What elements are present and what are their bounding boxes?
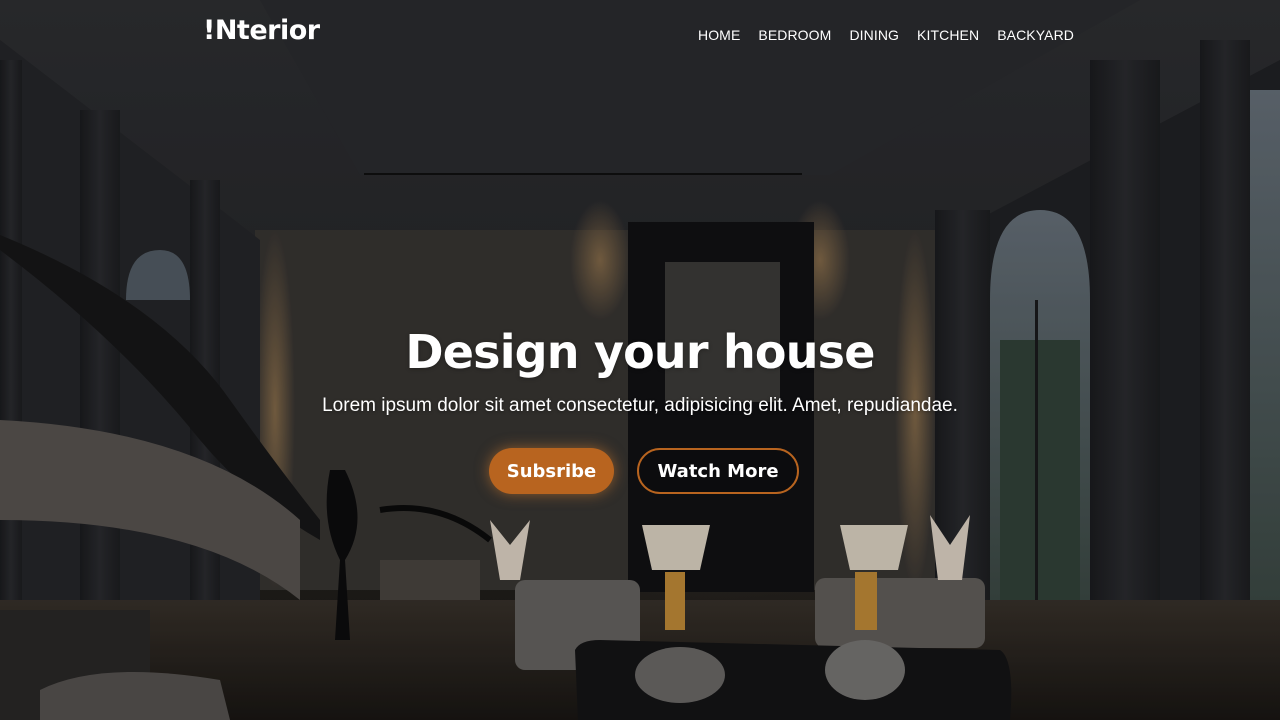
nav-link-kitchen[interactable]: KITCHEN	[917, 27, 979, 43]
watch-more-button[interactable]: Watch More	[637, 448, 799, 494]
nav-item-dining: DINING	[849, 25, 899, 44]
nav-item-bedroom: BEDROOM	[758, 25, 831, 44]
nav-link-bedroom[interactable]: BEDROOM	[758, 27, 831, 43]
hero-actions: Subsribe Watch More	[0, 448, 1280, 494]
hero-content: Design your house Lorem ipsum dolor sit …	[0, 322, 1280, 494]
nav-item-backyard: BACKYARD	[997, 25, 1074, 44]
hero-section: !Nterior HOME BEDROOM DINING KITCHEN BAC…	[0, 0, 1280, 720]
nav-item-kitchen: KITCHEN	[917, 25, 979, 44]
hero-title: Design your house	[405, 325, 875, 379]
hero-subtitle: Lorem ipsum dolor sit amet consectetur, …	[322, 395, 958, 416]
nav-link-dining[interactable]: DINING	[849, 27, 899, 43]
subscribe-button[interactable]: Subsribe	[489, 448, 614, 494]
nav-menu: HOME BEDROOM DINING KITCHEN BACKYARD	[698, 25, 1074, 44]
nav-item-home: HOME	[698, 25, 740, 44]
nav-link-home[interactable]: HOME	[698, 27, 740, 43]
nav-link-backyard[interactable]: BACKYARD	[997, 27, 1074, 43]
brand-logo[interactable]: !Nterior	[203, 15, 320, 46]
top-navbar: !Nterior HOME BEDROOM DINING KITCHEN BAC…	[0, 0, 1280, 68]
